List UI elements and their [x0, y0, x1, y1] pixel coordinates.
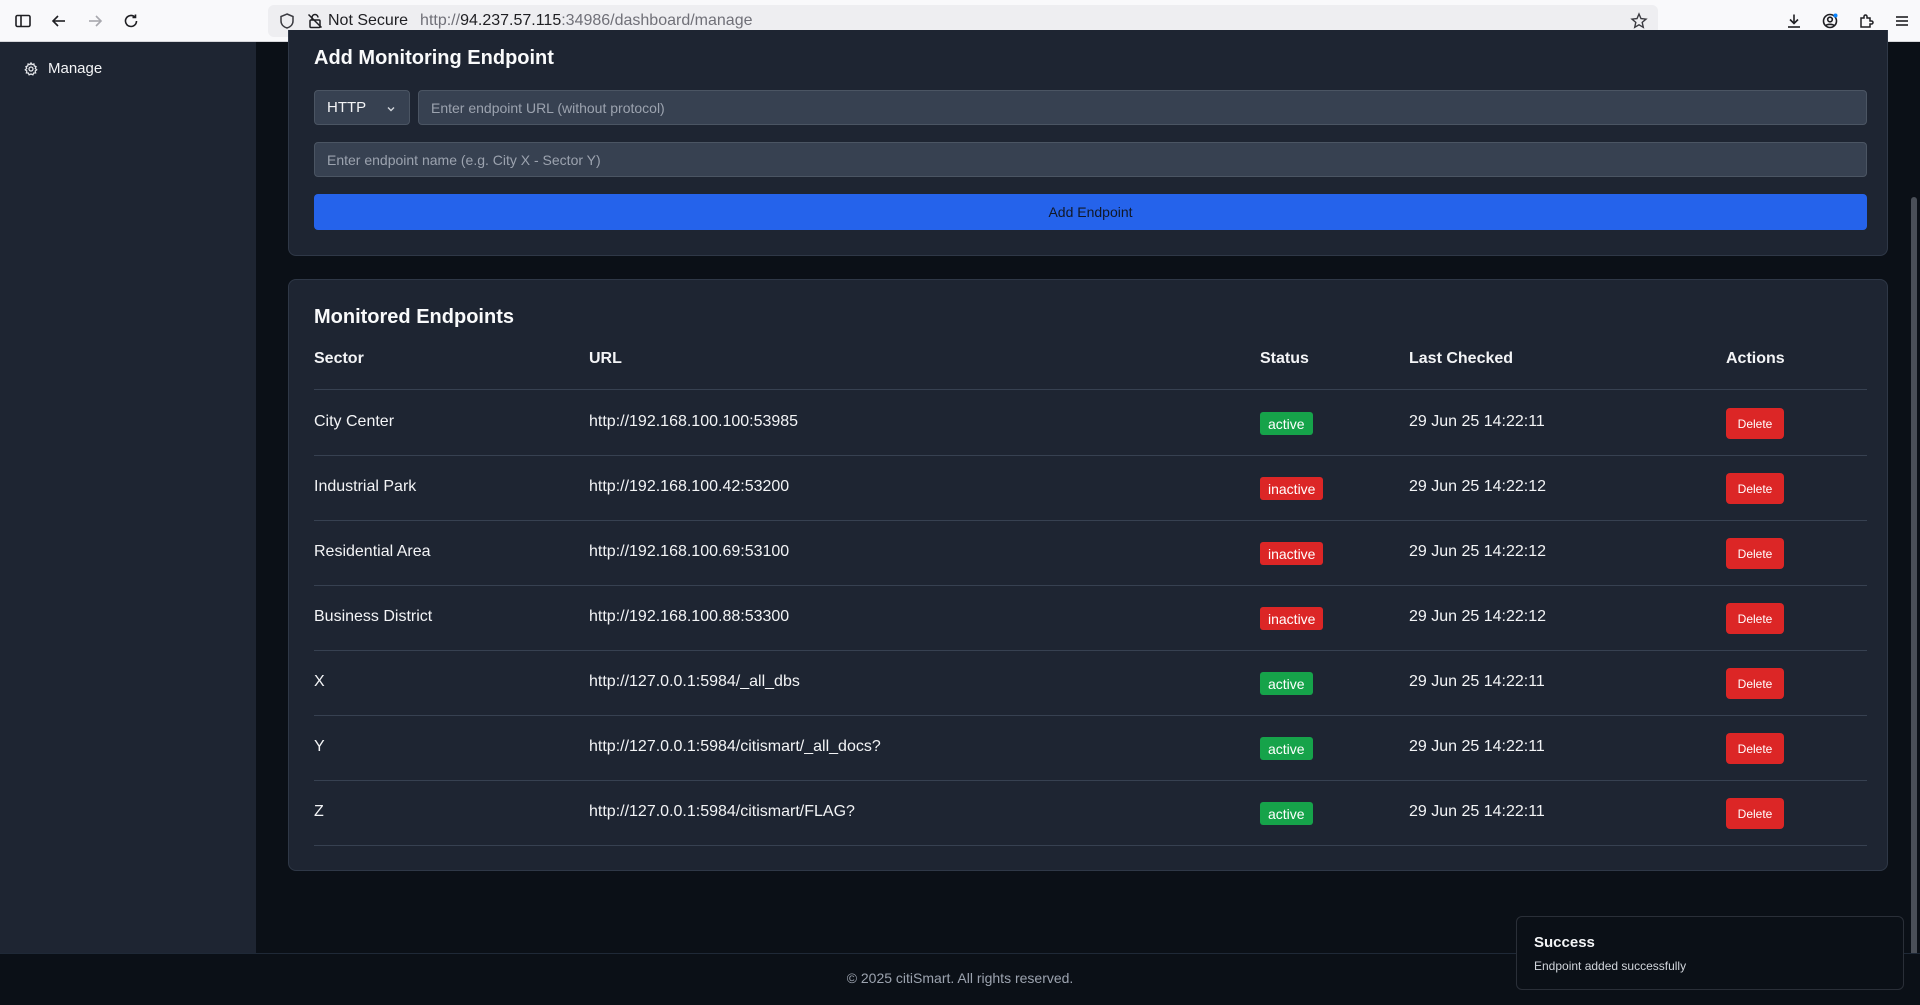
url-host: 94.237.57.115	[460, 12, 562, 29]
table-row: Residential Area http://192.168.100.69:5…	[314, 521, 1867, 586]
delete-button[interactable]: Delete	[1726, 668, 1784, 699]
monitored-endpoints-title: Monitored Endpoints	[314, 306, 514, 328]
url-cell: http://192.168.100.69:53100	[589, 543, 790, 560]
endpoint-name-input[interactable]: Enter endpoint name (e.g. City X - Secto…	[314, 142, 1867, 177]
table-row: Business District http://192.168.100.88:…	[314, 586, 1867, 651]
status-badge: inactive	[1260, 607, 1324, 630]
back-icon[interactable]	[41, 3, 77, 39]
reload-icon[interactable]	[113, 3, 149, 39]
column-header-status: Status	[1260, 350, 1309, 367]
sector-cell: Business District	[314, 608, 433, 625]
last-checked-cell: 29 Jun 25 14:22:12	[1409, 608, 1547, 625]
url-path: :34986/dashboard/manage	[561, 12, 753, 29]
status-badge: active	[1260, 412, 1313, 435]
sector-cell: Y	[314, 738, 325, 755]
sector-cell: X	[314, 673, 325, 690]
url-cell: http://127.0.0.1:5984/citismart/_all_doc…	[589, 738, 881, 755]
table-row: Y http://127.0.0.1:5984/citismart/_all_d…	[314, 716, 1867, 781]
shield-icon[interactable]	[278, 12, 296, 30]
table-row: X http://127.0.0.1:5984/_all_dbs active …	[314, 651, 1867, 716]
endpoint-url-input[interactable]: Enter endpoint URL (without protocol)	[418, 90, 1867, 125]
sector-cell: Z	[314, 803, 324, 820]
table-row: Z http://127.0.0.1:5984/citismart/FLAG? …	[314, 781, 1867, 846]
forward-icon[interactable]	[77, 3, 113, 39]
monitored-endpoints-card: Monitored Endpoints Sector URL Status La…	[288, 279, 1888, 871]
sidebar-item-label: Manage	[48, 60, 103, 77]
table-row: Industrial Park http://192.168.100.42:53…	[314, 456, 1867, 521]
column-header-sector: Sector	[314, 350, 364, 367]
bookmark-star-icon[interactable]	[1630, 12, 1648, 30]
sidebar-toggle-icon[interactable]	[5, 3, 41, 39]
url-cell: http://192.168.100.88:53300	[589, 608, 790, 625]
delete-button[interactable]: Delete	[1726, 473, 1784, 504]
delete-button[interactable]: Delete	[1726, 733, 1784, 764]
table-row: City Center http://192.168.100.100:53985…	[314, 391, 1867, 456]
status-badge: inactive	[1260, 477, 1324, 500]
sector-cell: Residential Area	[314, 543, 431, 560]
chevron-down-icon	[387, 107, 395, 112]
add-endpoint-card: Add Monitoring Endpoint HTTP Enter endpo…	[288, 30, 1888, 256]
url-text[interactable]: http://94.237.57.115:34986/dashboard/man…	[420, 12, 752, 30]
sidebar: Manage	[0, 42, 256, 953]
gear-icon	[24, 61, 38, 76]
last-checked-cell: 29 Jun 25 14:22:12	[1409, 543, 1547, 560]
scrollbar[interactable]	[1906, 42, 1920, 987]
column-header-actions: Actions	[1726, 350, 1785, 367]
column-header-last-checked: Last Checked	[1409, 350, 1514, 367]
status-badge: active	[1260, 672, 1313, 695]
last-checked-cell: 29 Jun 25 14:22:11	[1409, 738, 1545, 755]
last-checked-cell: 29 Jun 25 14:22:12	[1409, 478, 1547, 495]
add-endpoint-button[interactable]: Add Endpoint	[314, 194, 1867, 230]
add-endpoint-title: Add Monitoring Endpoint	[314, 47, 554, 69]
toast-title: Success	[1534, 934, 1595, 951]
url-cell: http://192.168.100.100:53985	[589, 413, 799, 430]
success-toast[interactable]: Success Endpoint added successfully	[1516, 916, 1904, 990]
delete-button[interactable]: Delete	[1726, 798, 1784, 829]
status-badge: active	[1260, 802, 1313, 825]
column-header-url: URL	[589, 350, 622, 367]
scrollbar-thumb[interactable]	[1911, 197, 1917, 987]
menu-icon[interactable]	[1884, 3, 1920, 39]
insecure-lock-icon[interactable]	[306, 12, 324, 30]
delete-button[interactable]: Delete	[1726, 603, 1784, 634]
delete-button[interactable]: Delete	[1726, 538, 1784, 569]
last-checked-cell: 29 Jun 25 14:22:11	[1409, 413, 1545, 430]
last-checked-cell: 29 Jun 25 14:22:11	[1409, 803, 1545, 820]
sector-cell: Industrial Park	[314, 478, 417, 495]
delete-button[interactable]: Delete	[1726, 408, 1784, 439]
url-cell: http://192.168.100.42:53200	[589, 478, 790, 495]
status-badge: inactive	[1260, 542, 1324, 565]
table-header: Sector URL Status Last Checked Actions	[314, 350, 1867, 390]
sidebar-item-manage[interactable]: Manage	[24, 60, 102, 77]
toast-message: Endpoint added successfully	[1534, 959, 1687, 973]
last-checked-cell: 29 Jun 25 14:22:11	[1409, 673, 1545, 690]
url-cell: http://127.0.0.1:5984/_all_dbs	[589, 673, 800, 690]
url-cell: http://127.0.0.1:5984/citismart/FLAG?	[589, 803, 855, 820]
protocol-value: HTTP	[327, 99, 367, 116]
url-prefix: http://	[420, 12, 461, 29]
status-badge: active	[1260, 737, 1313, 760]
not-secure-label[interactable]: Not Secure	[328, 12, 408, 30]
sector-cell: City Center	[314, 413, 395, 430]
protocol-select[interactable]: HTTP	[314, 90, 410, 125]
